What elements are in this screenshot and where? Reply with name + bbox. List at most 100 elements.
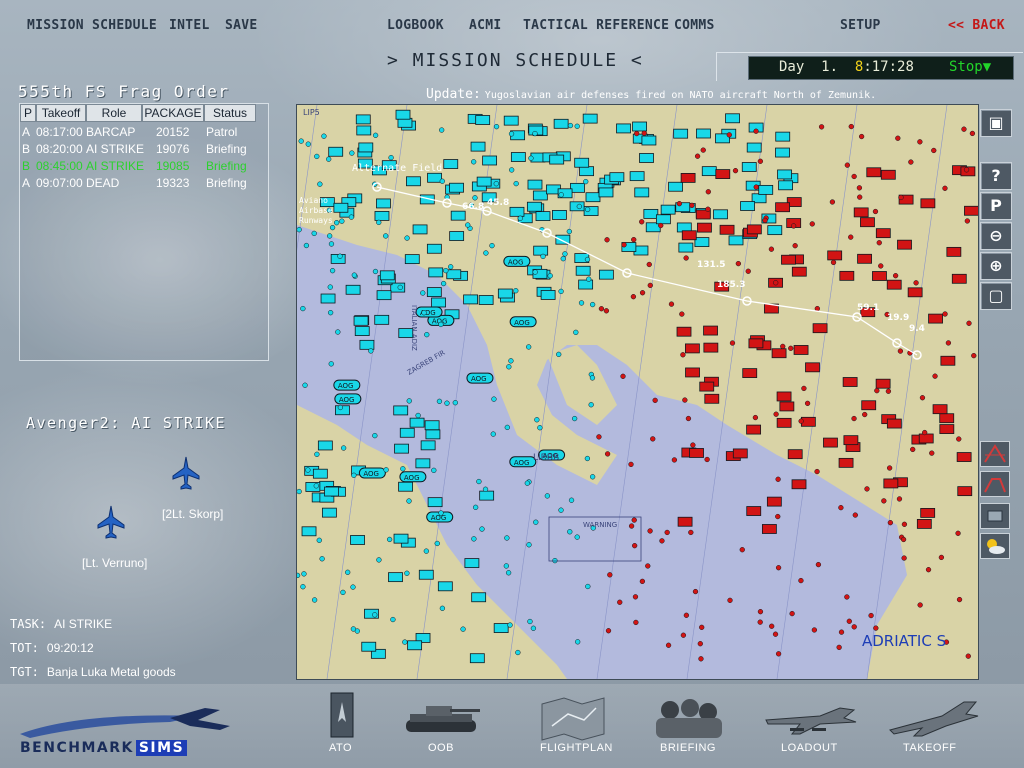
nav-tactical-reference[interactable]: TACTICAL REFERENCE: [523, 18, 669, 33]
friendly-unit[interactable]: [427, 172, 442, 183]
friendly-unit[interactable]: [673, 128, 689, 139]
enemy-unit[interactable]: [866, 167, 882, 178]
friendly-unit[interactable]: [540, 290, 556, 300]
col-header-role[interactable]: Role: [86, 104, 142, 122]
friendly-unit[interactable]: [395, 109, 411, 120]
nav-acmi[interactable]: ACMI: [469, 18, 502, 33]
friendly-unit[interactable]: [404, 254, 420, 265]
enemy-unit[interactable]: [779, 401, 795, 412]
enemy-unit[interactable]: [680, 172, 696, 183]
friendly-unit[interactable]: [701, 166, 717, 177]
enemy-unit[interactable]: [719, 224, 735, 235]
enemy-unit[interactable]: [787, 449, 803, 460]
friendly-unit[interactable]: [668, 181, 683, 192]
enemy-unit[interactable]: [951, 273, 967, 284]
enemy-unit[interactable]: [766, 496, 782, 507]
friendly-unit[interactable]: [616, 123, 631, 134]
friendly-unit[interactable]: [533, 245, 549, 256]
map-help-button[interactable]: ?: [980, 162, 1012, 190]
enemy-unit[interactable]: [897, 239, 912, 250]
ground-units-button[interactable]: [980, 503, 1010, 529]
altitude-profile-button[interactable]: [980, 471, 1010, 497]
enemy-unit[interactable]: [920, 198, 936, 209]
flightplan-map-icon[interactable]: [538, 696, 608, 742]
campaign-map[interactable]: AOG AOG AOG AOG AOG AOG AOG AOG AOG AOG AOG AOG 66.…: [296, 104, 979, 680]
friendly-unit[interactable]: [641, 135, 657, 146]
bottom-oob-label[interactable]: OOB: [428, 742, 454, 754]
enemy-unit[interactable]: [681, 230, 697, 241]
enemy-unit[interactable]: [703, 325, 718, 336]
enemy-unit[interactable]: [964, 205, 978, 216]
enemy-unit[interactable]: [946, 246, 962, 257]
enemy-unit[interactable]: [916, 519, 932, 529]
friendly-unit[interactable]: [393, 533, 409, 544]
enemy-unit[interactable]: [918, 433, 934, 444]
enemy-unit[interactable]: [860, 217, 875, 228]
nav-logbook[interactable]: LOGBOOK: [387, 18, 444, 33]
enemy-unit[interactable]: [776, 391, 792, 402]
friendly-unit[interactable]: [415, 458, 431, 469]
friendly-unit[interactable]: [376, 198, 391, 209]
friendly-unit[interactable]: [426, 287, 442, 297]
oob-tank-icon[interactable]: [402, 700, 482, 740]
enemy-unit[interactable]: [939, 424, 955, 434]
friendly-unit[interactable]: [655, 214, 671, 225]
nav-intel[interactable]: INTEL: [169, 18, 210, 33]
enemy-unit[interactable]: [886, 418, 902, 429]
enemy-unit[interactable]: [940, 355, 956, 366]
friendly-unit[interactable]: [425, 429, 441, 440]
enemy-unit[interactable]: [703, 342, 719, 353]
friendly-unit[interactable]: [741, 162, 757, 172]
friendly-unit[interactable]: [503, 115, 519, 126]
threat-ring-button[interactable]: [980, 441, 1010, 467]
enemy-unit[interactable]: [827, 250, 843, 261]
friendly-unit[interactable]: [479, 490, 495, 501]
friendly-unit[interactable]: [324, 486, 339, 497]
enemy-unit[interactable]: [793, 345, 809, 355]
friendly-unit[interactable]: [449, 231, 465, 241]
friendly-unit[interactable]: [312, 468, 328, 479]
loadout-jet-icon[interactable]: [760, 694, 860, 742]
enemy-unit[interactable]: [805, 362, 820, 373]
friendly-unit[interactable]: [551, 210, 567, 220]
friendly-unit[interactable]: [509, 206, 525, 217]
friendly-unit[interactable]: [431, 297, 446, 308]
friendly-unit[interactable]: [696, 128, 711, 139]
friendly-unit[interactable]: [399, 427, 415, 438]
map-pilot-button[interactable]: P: [980, 192, 1012, 220]
friendly-unit[interactable]: [532, 190, 548, 201]
friendly-unit[interactable]: [420, 440, 436, 451]
nav-save[interactable]: SAVE: [225, 18, 258, 33]
enemy-unit[interactable]: [907, 287, 923, 298]
col-header-takeoff[interactable]: Takeoff: [36, 104, 86, 122]
friendly-unit[interactable]: [443, 159, 459, 169]
enemy-unit[interactable]: [781, 254, 796, 265]
friendly-unit[interactable]: [478, 295, 494, 305]
enemy-unit[interactable]: [791, 479, 807, 490]
friendly-unit[interactable]: [777, 169, 792, 180]
friendly-unit[interactable]: [388, 572, 403, 583]
col-header-package[interactable]: PACKAGE: [142, 104, 204, 122]
enemy-unit[interactable]: [771, 348, 787, 359]
friendly-unit[interactable]: [728, 235, 744, 246]
friendly-unit[interactable]: [450, 210, 466, 221]
friendly-unit[interactable]: [553, 118, 569, 129]
friendly-unit[interactable]: [535, 211, 551, 222]
back-button[interactable]: << BACK: [948, 18, 1005, 33]
enemy-unit[interactable]: [812, 323, 828, 334]
friendly-unit[interactable]: [598, 187, 614, 198]
enemy-unit[interactable]: [842, 377, 858, 387]
enemy-unit[interactable]: [748, 338, 764, 349]
friendly-unit[interactable]: [775, 131, 791, 142]
enemy-unit[interactable]: [875, 378, 891, 389]
weather-button[interactable]: [980, 533, 1010, 559]
friendly-unit[interactable]: [301, 526, 317, 537]
friendly-unit[interactable]: [464, 558, 480, 568]
friendly-unit[interactable]: [579, 166, 594, 177]
friendly-unit[interactable]: [350, 535, 365, 545]
enemy-unit[interactable]: [883, 478, 899, 489]
friendly-unit[interactable]: [379, 270, 395, 281]
friendly-unit[interactable]: [549, 154, 565, 165]
enemy-unit[interactable]: [699, 381, 715, 392]
friendly-unit[interactable]: [426, 243, 442, 254]
